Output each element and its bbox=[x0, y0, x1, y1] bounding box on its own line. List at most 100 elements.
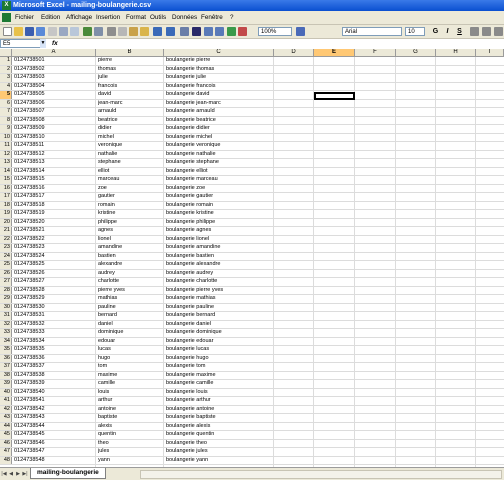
cell-a[interactable]: 0124738510 bbox=[14, 134, 94, 142]
cell-b[interactable]: pierre bbox=[98, 57, 164, 65]
horizontal-scrollbar[interactable] bbox=[140, 470, 502, 479]
cell-c[interactable]: boulangerie daniel bbox=[166, 321, 276, 329]
column-header-i[interactable]: I bbox=[476, 49, 504, 57]
row-header[interactable]: 26 bbox=[0, 269, 12, 277]
cell-c[interactable]: boulangerie francois bbox=[166, 83, 276, 91]
cell-b[interactable]: bernard bbox=[98, 312, 164, 320]
cell-a[interactable]: 0124738540 bbox=[14, 389, 94, 397]
cell-b[interactable]: romain bbox=[98, 202, 164, 210]
cell-b[interactable]: elliot bbox=[98, 168, 164, 176]
cell-a[interactable]: 0124738527 bbox=[14, 278, 94, 286]
menu-donnees[interactable]: Données bbox=[172, 13, 197, 22]
row-header[interactable]: 8 bbox=[0, 116, 12, 124]
cell-c[interactable]: boulangerie theo bbox=[166, 440, 276, 448]
row-header[interactable]: 15 bbox=[0, 176, 12, 184]
cell-c[interactable]: boulangerie lucas bbox=[166, 346, 276, 354]
menu-edition[interactable]: Edition bbox=[41, 13, 60, 22]
row-header[interactable]: 20 bbox=[0, 218, 12, 226]
cell-b[interactable]: yann bbox=[98, 457, 164, 465]
cell-a[interactable]: 0124738546 bbox=[14, 440, 94, 448]
cell-c[interactable]: boulangerie nathalie bbox=[166, 151, 276, 159]
cell-a[interactable]: 0124738544 bbox=[14, 423, 94, 431]
row-header[interactable]: 44 bbox=[0, 422, 12, 430]
formula-input[interactable] bbox=[64, 39, 504, 48]
cell-c[interactable]: boulangerie pierre yves bbox=[166, 287, 276, 295]
cell-c[interactable]: boulangerie gautier bbox=[166, 193, 276, 201]
cell-b[interactable]: antoine bbox=[98, 406, 164, 414]
row-header[interactable]: 4 bbox=[0, 82, 12, 90]
cell-a[interactable]: 0124738531 bbox=[14, 312, 94, 320]
cell-c[interactable]: boulangerie veronique bbox=[166, 142, 276, 150]
cell-a[interactable]: 0124738535 bbox=[14, 346, 94, 354]
cell-b[interactable]: pierre yves bbox=[98, 287, 164, 295]
autosum-icon[interactable] bbox=[192, 27, 201, 36]
cell-a[interactable]: 0124738502 bbox=[14, 66, 94, 74]
cell-b[interactable]: michel bbox=[98, 134, 164, 142]
row-header[interactable]: 42 bbox=[0, 405, 12, 413]
row-header[interactable]: 35 bbox=[0, 346, 12, 354]
cell-c[interactable]: boulangerie dominique bbox=[166, 329, 276, 337]
cell-b[interactable]: baptiste bbox=[98, 414, 164, 422]
align-right-icon[interactable] bbox=[494, 27, 503, 36]
cell-a[interactable]: 0124738518 bbox=[14, 202, 94, 210]
row-header[interactable]: 45 bbox=[0, 431, 12, 439]
select-all-corner[interactable] bbox=[0, 49, 12, 57]
cell-c[interactable]: boulangerie beatrice bbox=[166, 117, 276, 125]
cell-a[interactable]: 0124738523 bbox=[14, 244, 94, 252]
hyperlink-icon[interactable] bbox=[180, 27, 189, 36]
cell-a[interactable]: 0124738532 bbox=[14, 321, 94, 329]
menu-fichier[interactable]: Fichier bbox=[15, 13, 34, 22]
cell-c[interactable]: boulangerie marceau bbox=[166, 176, 276, 184]
row-header[interactable]: 2 bbox=[0, 65, 12, 73]
cell-c[interactable]: boulangerie julie bbox=[166, 74, 276, 82]
cell-b[interactable]: thomas bbox=[98, 66, 164, 74]
cell-b[interactable]: zoe bbox=[98, 185, 164, 193]
row-header[interactable]: 22 bbox=[0, 235, 12, 243]
menu-format[interactable]: Format bbox=[126, 13, 146, 22]
row-header[interactable]: 30 bbox=[0, 303, 12, 311]
cell-c[interactable]: boulangerie bernard bbox=[166, 312, 276, 320]
cell-c[interactable]: boulangerie thomas bbox=[166, 66, 276, 74]
cell-c[interactable]: boulangerie quentin bbox=[166, 431, 276, 439]
sort-ascending-icon[interactable] bbox=[204, 27, 213, 36]
cell-b[interactable]: david bbox=[98, 91, 164, 99]
copy-icon[interactable] bbox=[118, 27, 127, 36]
cell-b[interactable]: julie bbox=[98, 74, 164, 82]
bold-button[interactable]: G bbox=[431, 27, 440, 36]
cell-b[interactable]: didier bbox=[98, 125, 164, 133]
row-header[interactable]: 31 bbox=[0, 312, 12, 320]
row-header[interactable]: 16 bbox=[0, 184, 12, 192]
row-header[interactable]: 27 bbox=[0, 278, 12, 286]
cell-b[interactable]: veronique bbox=[98, 142, 164, 150]
cell-c[interactable]: boulangerie zoe bbox=[166, 185, 276, 193]
column-header-d[interactable]: D bbox=[274, 49, 314, 57]
active-cell-e5[interactable] bbox=[314, 91, 355, 100]
cell-b[interactable]: pauline bbox=[98, 304, 164, 312]
cell-b[interactable]: charlotte bbox=[98, 278, 164, 286]
row-header[interactable]: 12 bbox=[0, 150, 12, 158]
research-icon[interactable] bbox=[94, 27, 103, 36]
insert-function-icon[interactable]: fx bbox=[52, 39, 58, 48]
column-header-g[interactable]: G bbox=[396, 49, 436, 57]
row-header[interactable]: 38 bbox=[0, 371, 12, 379]
cell-c[interactable]: boulangerie yann bbox=[166, 457, 276, 465]
cell-b[interactable]: philippe bbox=[98, 219, 164, 227]
cell-b[interactable]: alexandre bbox=[98, 261, 164, 269]
row-header[interactable]: 14 bbox=[0, 167, 12, 175]
row-header[interactable]: 5 bbox=[0, 91, 12, 99]
font-name-select[interactable]: Arial bbox=[342, 27, 402, 36]
cell-b[interactable]: arnauld bbox=[98, 108, 164, 116]
row-header[interactable]: 48 bbox=[0, 456, 12, 464]
cell-c[interactable]: boulangerie audrey bbox=[166, 270, 276, 278]
cell-a[interactable]: 0124738533 bbox=[14, 329, 94, 337]
column-header-a[interactable]: A bbox=[12, 49, 96, 57]
column-header-h[interactable]: H bbox=[436, 49, 476, 57]
cell-a[interactable]: 0124738538 bbox=[14, 372, 94, 380]
menu-affichage[interactable]: Affichage bbox=[66, 13, 92, 22]
align-center-icon[interactable] bbox=[482, 27, 491, 36]
cell-a[interactable]: 0124738511 bbox=[14, 142, 94, 150]
cell-a[interactable]: 0124738509 bbox=[14, 125, 94, 133]
spelling-icon[interactable] bbox=[83, 27, 92, 36]
cell-c[interactable]: boulangerie alexandre bbox=[166, 261, 276, 269]
cell-c[interactable]: boulangerie amandine bbox=[166, 244, 276, 252]
